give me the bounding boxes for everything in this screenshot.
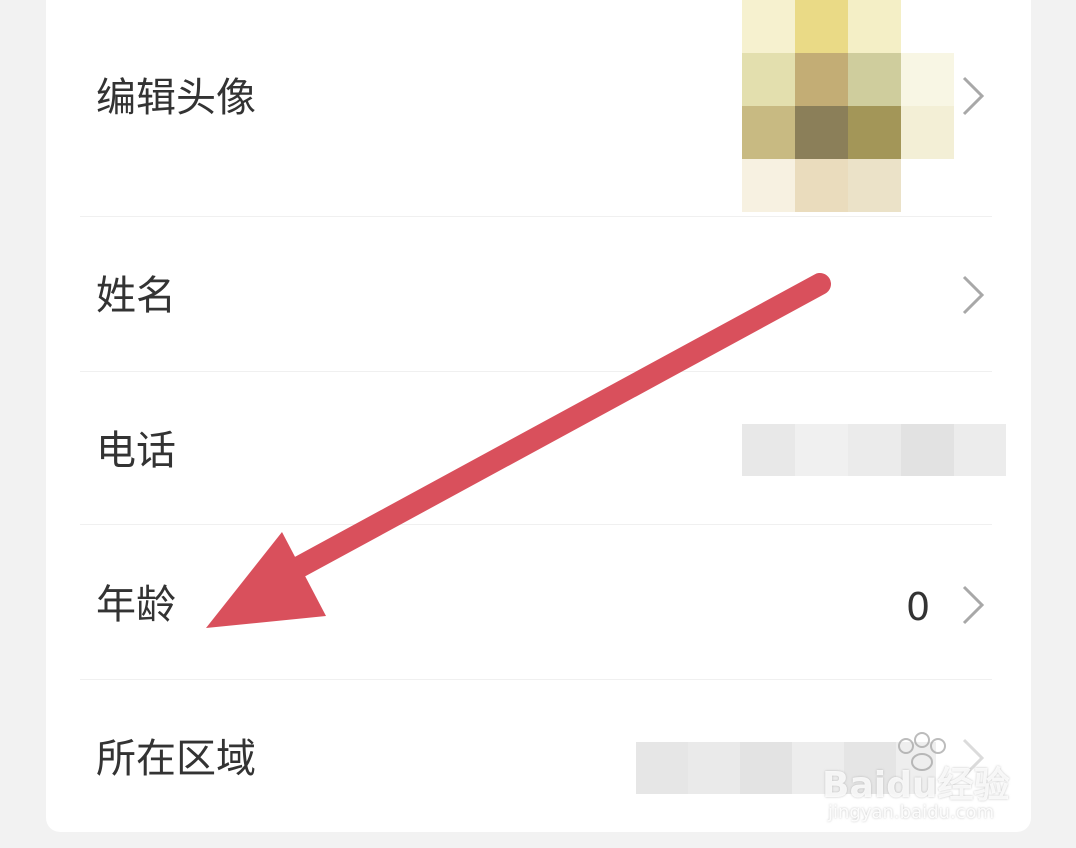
chevron-right-icon	[962, 585, 985, 625]
settings-row-avatar[interactable]: 编辑头像	[46, 0, 1031, 216]
baidu-watermark: Baidu经验 jingyan.baidu.com	[822, 732, 1032, 832]
profile-settings-card: 编辑头像 姓名 电话 年龄 0 所在区域	[46, 0, 1031, 832]
settings-row-age[interactable]: 年龄 0	[46, 525, 1031, 679]
settings-row-label: 所在区域	[96, 736, 256, 782]
watermark-logo-text: Baidu经验	[822, 765, 1010, 806]
chevron-right-icon	[962, 76, 985, 116]
settings-row-name[interactable]: 姓名	[46, 217, 1031, 371]
settings-row-phone[interactable]: 电话	[46, 372, 1031, 524]
chevron-right-icon	[962, 275, 985, 315]
settings-row-label: 年龄	[96, 582, 176, 628]
age-value: 0	[906, 585, 931, 629]
watermark-url: jingyan.baidu.com	[828, 802, 995, 823]
settings-row-label: 姓名	[96, 273, 176, 319]
phone-value-redacted	[742, 424, 1006, 476]
settings-row-label: 编辑头像	[96, 75, 256, 121]
settings-row-label: 电话	[96, 428, 176, 474]
avatar-thumbnail[interactable]	[742, 0, 954, 212]
